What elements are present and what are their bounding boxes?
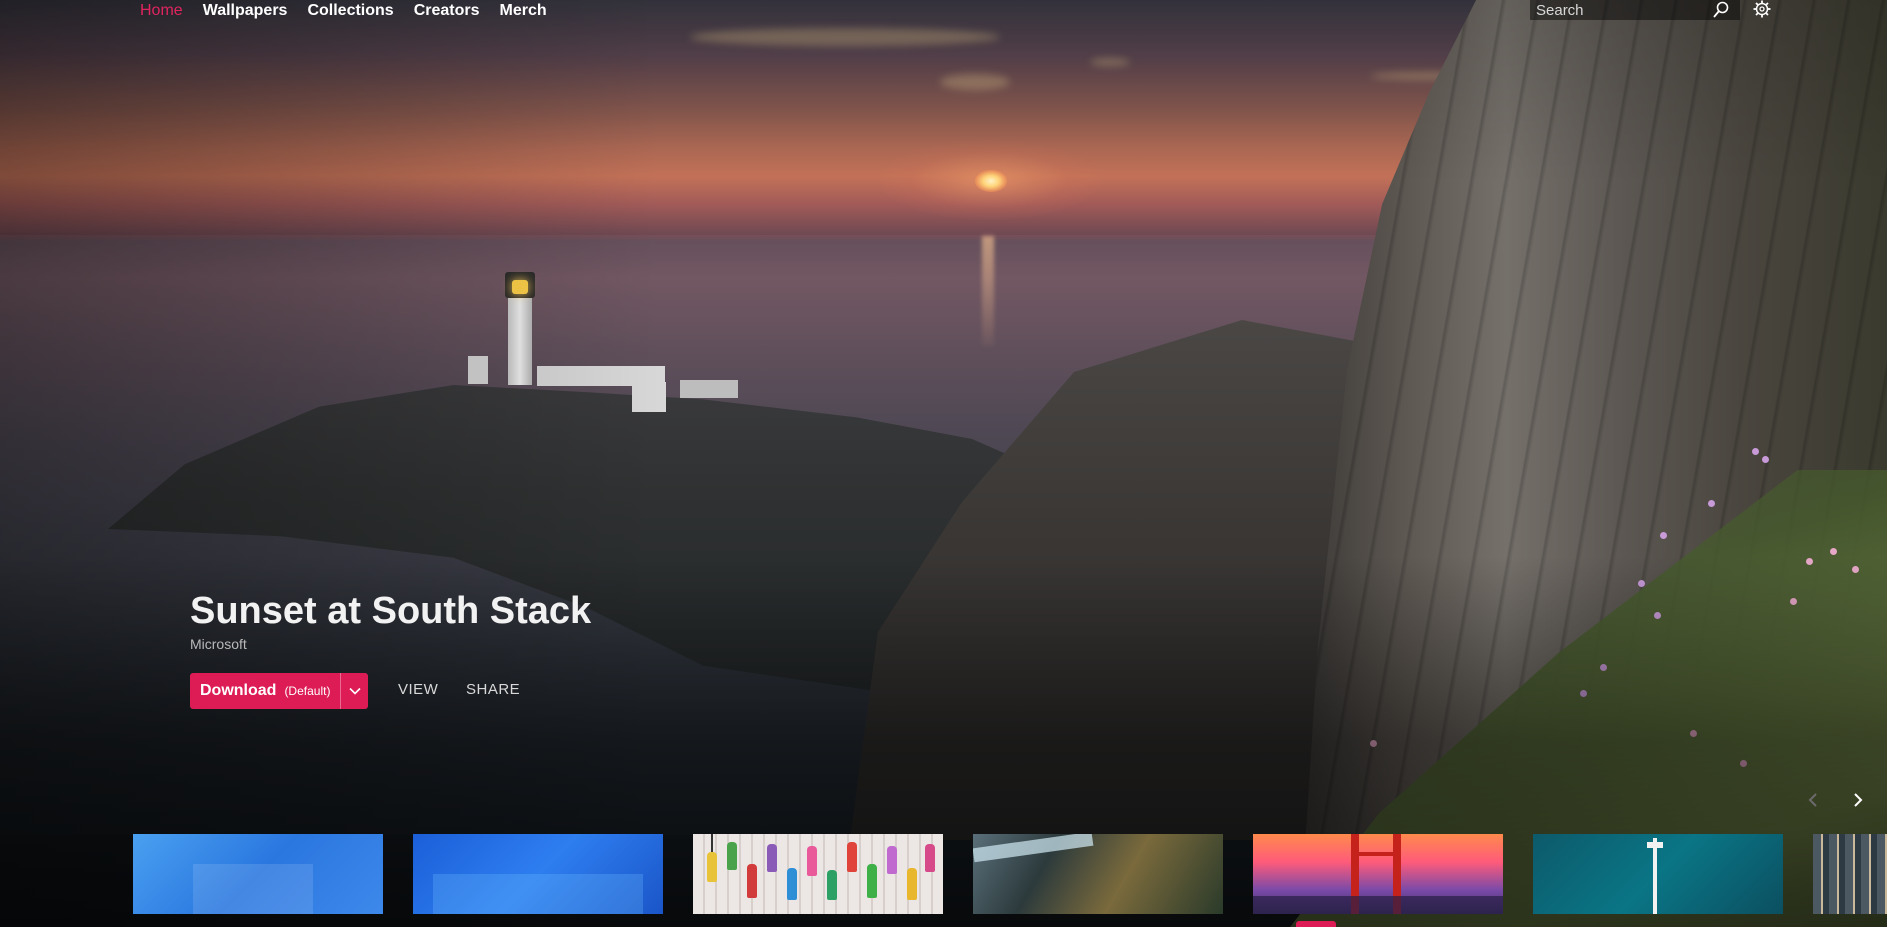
top-nav: Home Wallpapers Collections Creators Mer…: [140, 0, 547, 22]
wallpaper-author[interactable]: Microsoft: [190, 636, 247, 652]
wallpaper-thumbnail[interactable]: [973, 834, 1223, 914]
thumbnail-detail: [925, 844, 935, 872]
lighthouse-light: [512, 280, 528, 294]
chevron-right-icon[interactable]: [1848, 790, 1868, 810]
building: [632, 382, 666, 412]
chevron-left-icon[interactable]: [1803, 790, 1823, 810]
download-main[interactable]: Download (Default): [190, 682, 340, 700]
download-button[interactable]: Download (Default): [190, 673, 368, 709]
flower: [1806, 558, 1813, 565]
thumbnail-detail: [887, 846, 897, 874]
thumbnail-detail: [827, 870, 837, 900]
flower: [1690, 730, 1697, 737]
nav-item-wallpapers[interactable]: Wallpapers: [203, 2, 288, 20]
wallpaper-thumbnail[interactable]: [1253, 834, 1503, 914]
flower: [1762, 456, 1769, 463]
wallpaper-carousel: [133, 834, 1887, 914]
nav-item-creators[interactable]: Creators: [414, 2, 480, 20]
flower: [1580, 690, 1587, 697]
wallpaper-thumbnail[interactable]: [693, 834, 943, 914]
thumbnail-detail: [711, 834, 713, 854]
flower: [1660, 532, 1667, 539]
flower: [1830, 548, 1837, 555]
wallpaper-thumbnail[interactable]: [1813, 834, 1887, 914]
flower: [1790, 598, 1797, 605]
cloud: [690, 28, 1000, 46]
search-box: [1530, 0, 1740, 20]
thumbnail-detail: [707, 852, 717, 882]
nav-item-collections[interactable]: Collections: [307, 2, 393, 20]
search-input[interactable]: [1530, 0, 1740, 20]
flower: [1600, 664, 1607, 671]
download-options-button[interactable]: [341, 673, 368, 709]
search-icon[interactable]: [1712, 1, 1730, 19]
flower: [1708, 500, 1715, 507]
view-button[interactable]: VIEW: [398, 681, 438, 698]
thumbnail-detail: [1351, 852, 1401, 856]
thumbnail-detail: [847, 842, 857, 872]
wallpaper-title: Sunset at South Stack: [190, 590, 592, 632]
nav-item-merch[interactable]: Merch: [500, 2, 547, 20]
sun: [975, 170, 1007, 192]
thumbnail-detail: [727, 842, 737, 870]
thumbnail-detail: [1653, 838, 1657, 914]
share-button[interactable]: SHARE: [466, 681, 520, 698]
hero-background-image: [0, 0, 1887, 927]
thumbnail-detail: [867, 864, 877, 898]
thumbnail-detail: [1647, 842, 1663, 848]
cloud: [1090, 58, 1130, 66]
thumbnail-detail: [1253, 896, 1503, 914]
thumbnail-detail: [433, 874, 643, 914]
nav-item-home[interactable]: Home: [140, 2, 183, 20]
building: [468, 356, 488, 384]
download-sublabel: (Default): [284, 684, 331, 698]
building: [680, 380, 738, 398]
sun-reflection: [982, 236, 994, 346]
thumbnail-detail: [787, 868, 797, 900]
flower: [1740, 760, 1747, 767]
thumbnail-detail: [973, 834, 1094, 863]
wallpaper-thumbnail[interactable]: [1533, 834, 1783, 914]
flower: [1752, 448, 1759, 455]
thumbnail-detail: [807, 846, 817, 876]
thumbnail-detail: [747, 864, 757, 898]
carousel-indicator: [1296, 921, 1336, 927]
download-label: Download: [200, 682, 277, 699]
gear-icon[interactable]: [1753, 0, 1771, 18]
chevron-down-icon: [348, 682, 361, 700]
wallpaper-thumbnail[interactable]: [133, 834, 383, 914]
cloud: [940, 74, 1010, 90]
flower: [1638, 580, 1645, 587]
wallpaper-thumbnail[interactable]: [413, 834, 663, 914]
thumbnail-detail: [767, 844, 777, 872]
thumbnail-detail: [907, 868, 917, 900]
flower: [1654, 612, 1661, 619]
flower: [1370, 740, 1377, 747]
thumbnail-detail: [193, 864, 313, 914]
flower: [1852, 566, 1859, 573]
